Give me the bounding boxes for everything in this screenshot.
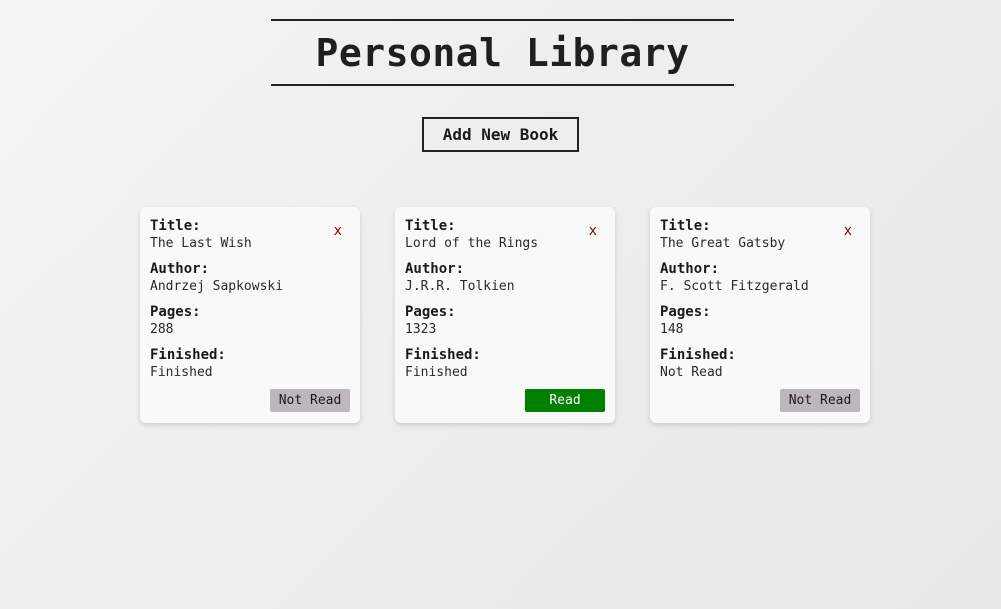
book-pages-field: Pages: 1323 — [405, 303, 456, 339]
finished-label: Finished: — [405, 347, 481, 363]
pages-label: Pages: — [405, 304, 456, 320]
book-title-field: Title: The Last Wish — [150, 217, 252, 253]
book-title: The Last Wish — [150, 236, 252, 251]
book-author-field: Author: Andrzej Sapkowski — [150, 260, 283, 296]
book-card: Title: Lord of the Rings x Author: J.R.R… — [395, 207, 615, 423]
remove-book-button[interactable]: x — [589, 223, 597, 239]
book-finished: Finished — [150, 365, 213, 380]
book-author-field: Author: F. Scott Fitzgerald — [660, 260, 809, 296]
book-title-field: Title: The Great Gatsby — [660, 217, 785, 253]
title-label: Title: — [150, 218, 201, 234]
read-status-toggle-button[interactable]: Read — [525, 389, 605, 412]
book-author: Andrzej Sapkowski — [150, 279, 284, 294]
book-pages-field: Pages: 288 — [150, 303, 201, 339]
book-finished-field: Finished: Finished — [405, 346, 481, 382]
title-label: Title: — [660, 218, 711, 234]
title-label: Title: — [405, 218, 456, 234]
add-new-book-button[interactable]: Add New Book — [422, 117, 579, 152]
author-label: Author: — [150, 261, 210, 277]
read-status-toggle-button[interactable]: Not Read — [270, 389, 350, 412]
book-finished-field: Finished: Not Read — [660, 346, 736, 382]
book-author-field: Author: J.R.R. Tolkien — [405, 260, 515, 296]
book-author: J.R.R. Tolkien — [405, 279, 515, 294]
book-title: The Great Gatsby — [660, 236, 786, 251]
page-header: Personal Library — [271, 19, 734, 86]
page-title: Personal Library — [315, 30, 690, 75]
book-card: Title: The Last Wish x Author: Andrzej S… — [140, 207, 360, 423]
book-pages: 1323 — [405, 322, 437, 337]
book-card: Title: The Great Gatsby x Author: F. Sco… — [650, 207, 870, 423]
read-status-toggle-button[interactable]: Not Read — [780, 389, 860, 412]
book-author: F. Scott Fitzgerald — [660, 279, 809, 294]
book-pages: 148 — [660, 322, 684, 337]
author-label: Author: — [405, 261, 465, 277]
book-title-field: Title: Lord of the Rings — [405, 217, 538, 253]
book-finished-field: Finished: Finished — [150, 346, 226, 382]
finished-label: Finished: — [660, 347, 736, 363]
book-pages-field: Pages: 148 — [660, 303, 711, 339]
author-label: Author: — [660, 261, 720, 277]
book-finished: Not Read — [660, 365, 723, 380]
pages-label: Pages: — [660, 304, 711, 320]
book-finished: Finished — [405, 365, 468, 380]
pages-label: Pages: — [150, 304, 201, 320]
remove-book-button[interactable]: x — [334, 223, 342, 239]
book-pages: 288 — [150, 322, 174, 337]
finished-label: Finished: — [150, 347, 226, 363]
remove-book-button[interactable]: x — [844, 223, 852, 239]
book-title: Lord of the Rings — [405, 236, 539, 251]
